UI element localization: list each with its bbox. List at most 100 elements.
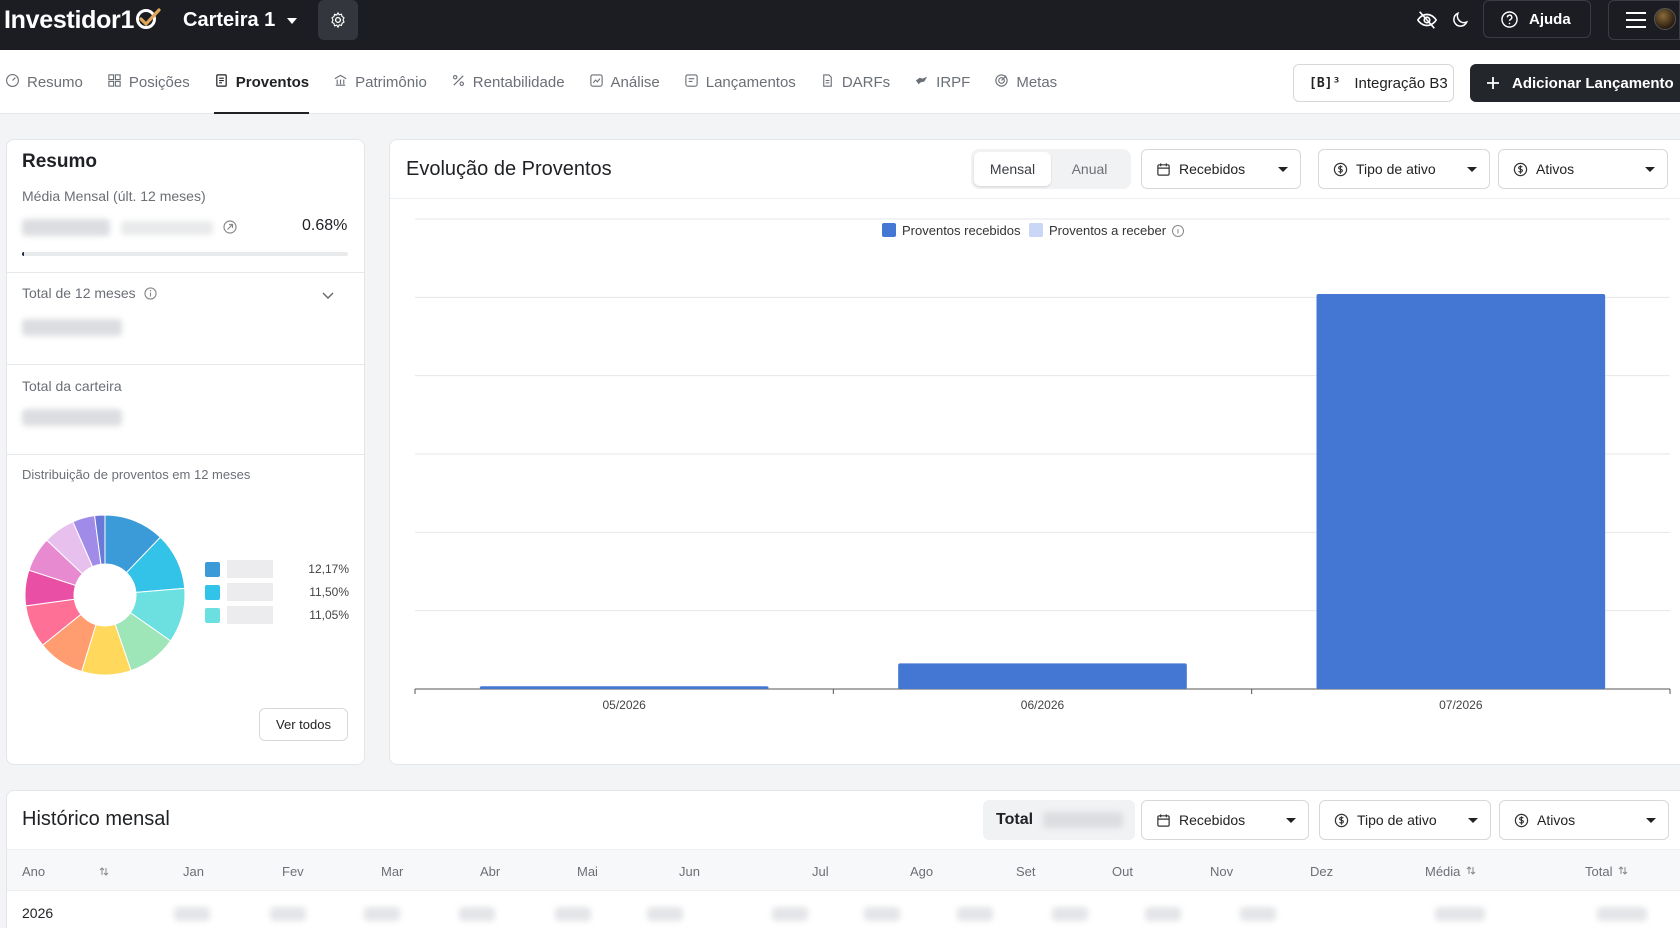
period-annual-option[interactable]: Anual bbox=[1051, 152, 1128, 186]
question-circle-icon bbox=[1501, 10, 1518, 28]
legend-swatch bbox=[882, 223, 896, 237]
column-header[interactable]: Out bbox=[1112, 864, 1133, 879]
column-header[interactable]: Total bbox=[1585, 864, 1628, 879]
add-entry-button[interactable]: Adicionar Lançamento bbox=[1470, 64, 1680, 102]
tab-metas[interactable]: Metas bbox=[994, 50, 1057, 114]
column-header-label: Mar bbox=[381, 864, 404, 879]
chevron-down-icon[interactable] bbox=[321, 290, 335, 300]
tab-label: DARFs bbox=[841, 73, 891, 91]
legend-swatch bbox=[205, 607, 220, 623]
tab-darfs[interactable]: DARFs bbox=[820, 50, 890, 114]
assets-select[interactable]: Ativos bbox=[1498, 149, 1668, 189]
history-cell-value-hidden bbox=[174, 907, 210, 921]
column-header[interactable]: Mai bbox=[577, 864, 598, 879]
target-icon bbox=[994, 73, 1009, 92]
divider bbox=[7, 272, 364, 273]
column-header[interactable]: Mar bbox=[381, 864, 403, 879]
dollar-circle-icon bbox=[1514, 813, 1529, 827]
evolution-title: Evolução de Proventos bbox=[406, 158, 612, 180]
legend-percent: 11,05% bbox=[309, 608, 349, 622]
sort-icon[interactable] bbox=[99, 865, 109, 880]
wallet-settings-button[interactable] bbox=[318, 0, 358, 40]
history-status-select[interactable]: Recebidos bbox=[1141, 800, 1309, 840]
sort-icon[interactable] bbox=[1618, 864, 1628, 879]
tab-label: Análise bbox=[610, 73, 660, 91]
history-total: Total bbox=[983, 800, 1135, 840]
column-header[interactable]: Nov bbox=[1210, 864, 1233, 879]
status-select[interactable]: Recebidos bbox=[1141, 149, 1301, 189]
b3-integration-button[interactable]: [B]³ Integração B3 bbox=[1293, 64, 1454, 102]
bar-07-2026 bbox=[1316, 294, 1606, 689]
see-all-button[interactable]: Ver todos bbox=[259, 708, 348, 741]
column-header-label: Média bbox=[1425, 864, 1461, 879]
brand-logo[interactable]: Investidor1 bbox=[4, 6, 162, 35]
column-header-label: Total bbox=[1585, 864, 1613, 879]
column-header[interactable]: Fev bbox=[282, 864, 304, 879]
distribution-label: Distribuição de proventos em 12 meses bbox=[22, 467, 251, 482]
column-header[interactable]: Jul bbox=[812, 864, 829, 879]
tab-lancamentos[interactable]: Lançamentos bbox=[684, 50, 796, 114]
history-asset-type-select[interactable]: Tipo de ativo bbox=[1319, 800, 1491, 840]
tab-label: Posições bbox=[128, 73, 190, 91]
edit-list-icon bbox=[684, 73, 699, 92]
calendar-icon bbox=[1157, 162, 1170, 176]
history-assets-select-value: Ativos bbox=[1537, 812, 1576, 828]
column-header-label: Mai bbox=[577, 864, 598, 879]
column-header[interactable]: Jun bbox=[679, 864, 700, 879]
tab-patrimonio[interactable]: Patrimônio bbox=[333, 50, 427, 114]
tab-analise[interactable]: Análise bbox=[589, 50, 660, 114]
gauge-icon bbox=[5, 73, 20, 92]
legend-percent: 11,50% bbox=[309, 585, 349, 599]
column-header[interactable]: Jan bbox=[183, 864, 204, 879]
help-button[interactable]: Ajuda bbox=[1483, 0, 1591, 38]
column-header[interactable]: Abr bbox=[480, 864, 500, 879]
hamburger-icon bbox=[1626, 12, 1646, 28]
column-header[interactable]: Média bbox=[1425, 864, 1476, 879]
tab-label: Proventos bbox=[235, 73, 310, 91]
asset-type-select[interactable]: Tipo de ativo bbox=[1318, 149, 1490, 189]
history-cell-value-hidden bbox=[1240, 907, 1276, 921]
tab-posicoes[interactable]: Posições bbox=[107, 50, 190, 114]
wallet-selector[interactable]: Carteira 1 bbox=[183, 9, 298, 32]
column-header[interactable]: Ano bbox=[22, 864, 109, 879]
chevron-down-icon bbox=[1645, 167, 1655, 172]
history-cell-value-hidden bbox=[647, 907, 683, 921]
lion-icon bbox=[914, 73, 929, 92]
dark-mode-button[interactable] bbox=[1448, 8, 1472, 32]
tab-resumo[interactable]: Resumo bbox=[5, 50, 83, 114]
calendar-icon bbox=[1157, 813, 1170, 827]
distribution-donut-chart bbox=[24, 514, 186, 676]
document-icon bbox=[820, 73, 835, 92]
history-assets-select[interactable]: Ativos bbox=[1499, 800, 1669, 840]
sort-icon[interactable] bbox=[1466, 864, 1476, 879]
column-header[interactable]: Dez bbox=[1310, 864, 1333, 879]
hide-values-button[interactable] bbox=[1415, 8, 1439, 32]
user-avatar[interactable] bbox=[1654, 8, 1676, 30]
chevron-down-icon bbox=[1468, 818, 1478, 823]
divider bbox=[7, 364, 364, 365]
portfolio-total-value bbox=[22, 409, 122, 426]
column-header-label: Jun bbox=[679, 864, 700, 879]
column-header-label: Fev bbox=[282, 864, 304, 879]
divider bbox=[7, 454, 364, 455]
column-header[interactable]: Ago bbox=[910, 864, 933, 879]
chevron-down-icon bbox=[1286, 818, 1296, 823]
history-cell-value-hidden bbox=[1145, 907, 1181, 921]
history-cell-value-hidden bbox=[270, 907, 306, 921]
tab-irpf[interactable]: IRPF bbox=[914, 50, 970, 114]
analysis-icon bbox=[589, 73, 604, 92]
legend-label: Proventos recebidos bbox=[902, 223, 1021, 238]
summary-card: Resumo Média Mensal (últ. 12 meses) 0.68… bbox=[6, 139, 365, 765]
period-monthly-option[interactable]: Mensal bbox=[974, 152, 1051, 186]
add-entry-label: Adicionar Lançamento bbox=[1512, 74, 1674, 92]
tab-rentabilidade[interactable]: Rentabilidade bbox=[451, 50, 565, 114]
section-nav: Resumo Posições Proventos Patrimônio Rentabi… bbox=[0, 50, 1680, 114]
dollar-circle-icon bbox=[1334, 813, 1349, 827]
x-tick-label: 07/2026 bbox=[1439, 698, 1483, 712]
chevron-down-icon bbox=[1646, 818, 1656, 823]
info-icon[interactable] bbox=[143, 286, 157, 300]
tab-label: Resumo bbox=[27, 73, 83, 91]
tab-proventos[interactable]: Proventos bbox=[213, 50, 310, 114]
receipt-icon bbox=[214, 73, 229, 92]
column-header[interactable]: Set bbox=[1016, 864, 1036, 879]
